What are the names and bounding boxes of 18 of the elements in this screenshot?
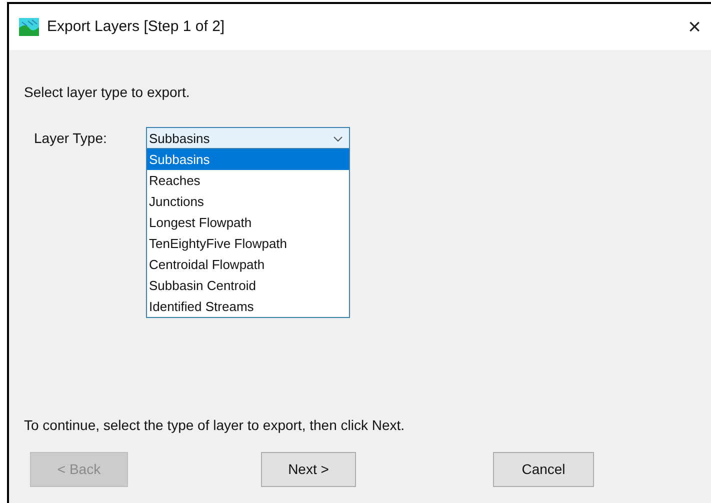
dropdown-option[interactable]: TenEightyFive Flowpath xyxy=(147,233,349,254)
dropdown-option[interactable]: Junctions xyxy=(147,191,349,212)
chevron-icon xyxy=(333,136,343,142)
instruction-text: Select layer type to export. xyxy=(24,83,191,102)
dropdown-option[interactable]: Longest Flowpath xyxy=(147,212,349,233)
dropdown-option[interactable]: Centroidal Flowpath xyxy=(147,254,349,275)
dropdown-option[interactable]: Reaches xyxy=(147,170,349,191)
field-label: Layer Type: xyxy=(34,129,108,148)
dialog-button[interactable]: Cancel xyxy=(493,452,594,487)
hint-text: To continue, select the type of layer to export, then click Next. xyxy=(24,416,406,435)
close-button[interactable]: × xyxy=(684,16,705,38)
dropdown-option[interactable]: Subbasins xyxy=(147,149,349,170)
dialog-button[interactable]: Next > xyxy=(261,452,356,487)
dropdown-option[interactable]: Identified Streams xyxy=(147,296,349,317)
dropdown-option[interactable]: Subbasin Centroid xyxy=(147,275,349,296)
layer-type-dropdown[interactable]: Subbasins xyxy=(146,127,350,150)
window-title: Export Layers [Step 1 of 2] xyxy=(47,16,225,37)
app-icon xyxy=(19,18,39,36)
